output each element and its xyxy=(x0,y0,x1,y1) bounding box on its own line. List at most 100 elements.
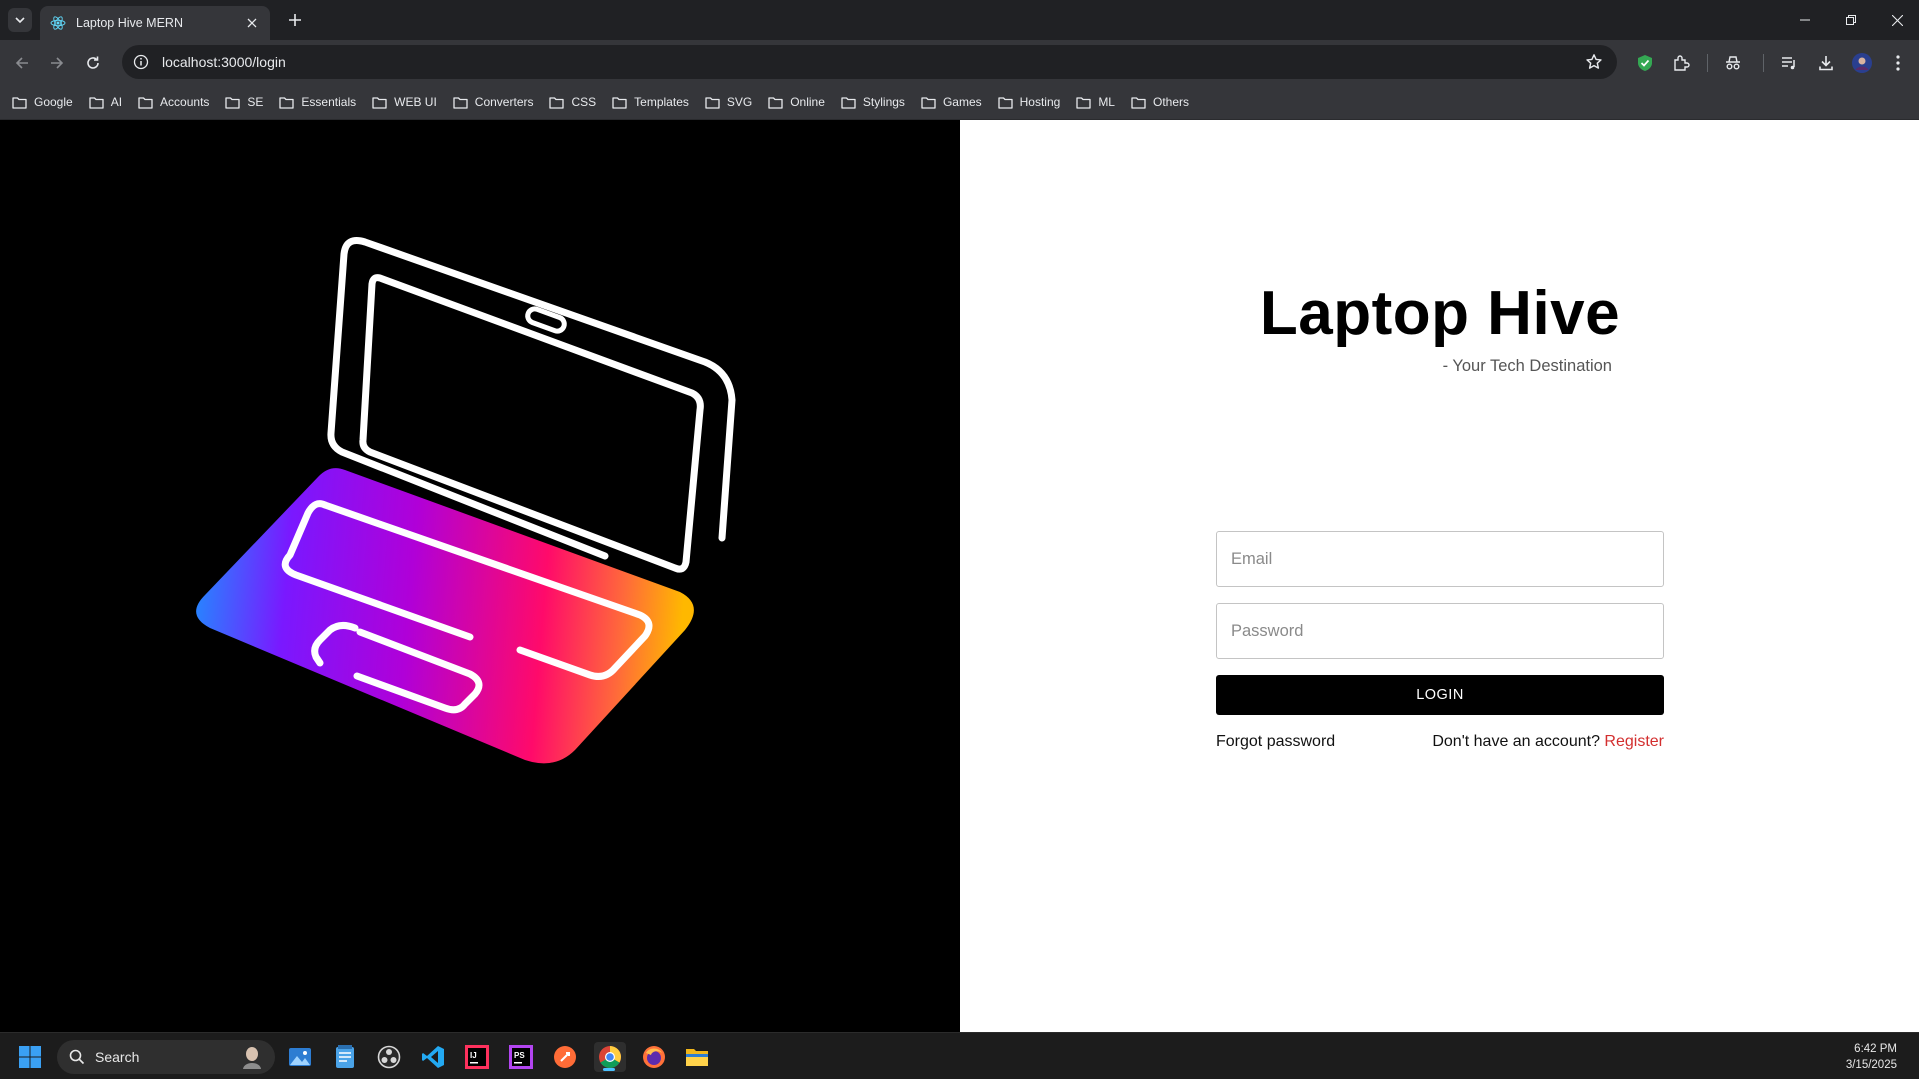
taskbar-search[interactable]: Search xyxy=(57,1040,275,1074)
browser-tab-bar: Laptop Hive MERN xyxy=(0,0,1919,40)
folder-icon xyxy=(1076,96,1091,109)
bookmark-folder[interactable]: Google xyxy=(12,89,73,115)
restore-icon xyxy=(1846,15,1856,25)
restore-button[interactable] xyxy=(1828,0,1874,40)
firefox-app-icon[interactable] xyxy=(639,1042,669,1072)
bookmark-folder[interactable]: AI xyxy=(89,89,122,115)
folder-icon xyxy=(705,96,720,109)
bookmark-folder[interactable]: Games xyxy=(921,89,982,115)
back-button[interactable] xyxy=(9,50,35,76)
bookmark-folder[interactable]: CSS xyxy=(549,89,596,115)
profile-avatar[interactable] xyxy=(1851,52,1873,74)
bookmark-label: ML xyxy=(1098,95,1115,109)
email-input[interactable] xyxy=(1216,531,1664,587)
folder-icon xyxy=(997,96,1013,109)
folder-icon xyxy=(921,96,936,109)
folder-icon xyxy=(1131,96,1146,109)
tab-search-button[interactable] xyxy=(8,8,32,32)
bookmark-folder[interactable]: Templates xyxy=(612,89,689,115)
minimize-button[interactable] xyxy=(1782,0,1828,40)
forward-button[interactable] xyxy=(44,50,70,76)
search-highlight-icon xyxy=(243,1047,261,1069)
download-icon[interactable] xyxy=(1815,52,1837,74)
arrow-left-icon xyxy=(15,57,28,69)
bookmark-folder[interactable]: Converters xyxy=(453,89,533,115)
new-tab-button[interactable] xyxy=(283,8,307,32)
file-explorer-app-icon[interactable] xyxy=(682,1042,712,1072)
reload-button[interactable] xyxy=(80,50,106,76)
phpstorm-app-icon[interactable]: PS xyxy=(506,1042,536,1072)
toolbar-divider xyxy=(1763,54,1764,72)
close-icon xyxy=(247,18,257,28)
bookmark-label: AI xyxy=(110,95,123,109)
notepad-app-icon[interactable] xyxy=(330,1042,360,1072)
bookmark-folder[interactable]: SE xyxy=(225,89,263,115)
active-app-indicator xyxy=(603,1068,615,1071)
bookmarks-bar: Google AI Accounts SE Essentials WEB UI Conver… xyxy=(0,85,1919,120)
bookmark-folder[interactable]: WEB UI xyxy=(372,89,437,115)
search-icon xyxy=(69,1049,85,1065)
obs-app-icon[interactable] xyxy=(374,1042,404,1072)
browser-toolbar: localhost:3000/login xyxy=(0,40,1919,85)
tab-title: Laptop Hive MERN xyxy=(76,16,183,30)
folder-icon xyxy=(453,96,468,109)
password-input[interactable] xyxy=(1216,603,1664,659)
folder-icon xyxy=(612,96,627,109)
no-account-text: Don't have an account? xyxy=(1432,733,1600,750)
browser-tab[interactable]: Laptop Hive MERN xyxy=(40,6,270,40)
bookmark-label: SVG xyxy=(726,95,753,109)
postman-app-icon[interactable] xyxy=(550,1042,580,1072)
address-bar[interactable]: localhost:3000/login xyxy=(122,45,1617,79)
chevron-down-icon xyxy=(15,17,25,24)
toolbar-divider xyxy=(1707,54,1708,72)
bookmark-folder[interactable]: Online xyxy=(768,89,825,115)
bookmark-label: Accounts xyxy=(160,95,210,109)
login-button[interactable]: LOGIN xyxy=(1216,675,1664,715)
bookmark-folder[interactable]: ML xyxy=(1076,89,1115,115)
arrow-right-icon xyxy=(51,57,64,69)
laptop-illustration-icon xyxy=(196,237,736,764)
bookmark-folder[interactable]: Stylings xyxy=(841,89,905,115)
bookmark-folder[interactable]: Accounts xyxy=(138,89,209,115)
forgot-password-link[interactable]: Forgot password xyxy=(1216,733,1335,751)
intellij-app-icon[interactable]: IJ xyxy=(462,1042,492,1072)
bookmark-folder[interactable]: Hosting xyxy=(997,89,1060,115)
bookmark-label: SE xyxy=(247,95,264,109)
bookmark-label: Google xyxy=(34,95,73,109)
register-link[interactable]: Register xyxy=(1604,733,1664,750)
bookmark-label: WEB UI xyxy=(394,95,437,109)
tab-close-button[interactable] xyxy=(244,15,260,31)
close-window-button[interactable] xyxy=(1874,0,1919,40)
bookmark-label: Essentials xyxy=(301,95,357,109)
svg-text:PS: PS xyxy=(514,1051,525,1060)
bookmark-folder[interactable]: Essentials xyxy=(279,89,356,115)
bookmark-label: Games xyxy=(942,95,982,109)
folder-icon xyxy=(138,96,153,109)
clock-date: 3/15/2025 xyxy=(1845,1059,1897,1071)
bookmark-folder[interactable]: Others xyxy=(1131,89,1189,115)
plus-icon xyxy=(289,14,301,26)
bookmark-label: Online xyxy=(790,95,825,109)
folder-icon xyxy=(279,96,295,109)
bookmark-star-icon[interactable] xyxy=(1585,53,1603,71)
folder-icon xyxy=(372,96,387,109)
vscode-app-icon[interactable] xyxy=(418,1042,448,1072)
extensions-puzzle-icon[interactable] xyxy=(1670,52,1692,74)
incognito-icon[interactable] xyxy=(1722,52,1744,74)
windows-start-icon[interactable] xyxy=(18,1045,42,1069)
shield-extension-icon[interactable] xyxy=(1634,52,1656,74)
bookmark-folder[interactable]: SVG xyxy=(705,89,752,115)
folder-icon xyxy=(89,96,104,109)
bookmark-label: Templates xyxy=(634,95,689,109)
site-info-icon[interactable] xyxy=(132,53,150,71)
register-prompt: Don't have an account? Register xyxy=(1400,733,1664,751)
media-control-icon[interactable] xyxy=(1778,52,1800,74)
close-icon xyxy=(1891,14,1903,26)
chrome-app-icon[interactable] xyxy=(594,1042,626,1072)
system-clock[interactable]: 6:42 PM 3/15/2025 xyxy=(1846,1041,1897,1073)
browser-menu-icon[interactable] xyxy=(1887,52,1909,74)
photos-app-icon[interactable] xyxy=(285,1042,315,1072)
taskbar-search-label: Search xyxy=(95,1049,140,1065)
reload-icon xyxy=(87,56,99,69)
svg-text:IJ: IJ xyxy=(470,1051,477,1060)
